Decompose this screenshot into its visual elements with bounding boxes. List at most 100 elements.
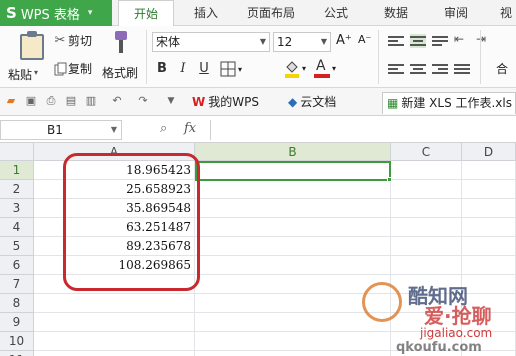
font-name-select[interactable]: 宋体 ▼ — [152, 32, 270, 52]
table-cell[interactable] — [462, 256, 516, 275]
table-cell[interactable] — [462, 218, 516, 237]
table-cell[interactable] — [391, 218, 462, 237]
column-header-b[interactable]: B — [195, 143, 391, 161]
copy-label: 复制 — [68, 62, 93, 76]
table-cell[interactable] — [34, 351, 195, 356]
table-cell[interactable] — [462, 161, 516, 180]
font-color-button[interactable]: A ▾ — [314, 58, 340, 80]
tab-home[interactable]: 开始 — [118, 0, 174, 27]
table-cell[interactable] — [391, 199, 462, 218]
table-cell[interactable] — [195, 180, 391, 199]
open-folder-icon[interactable]: ▰ — [4, 94, 18, 108]
shrink-font-button[interactable]: A⁻ — [358, 33, 371, 46]
watermark-text-3: jigaliao.com — [420, 326, 493, 340]
align-top-button[interactable] — [388, 34, 404, 48]
row-header[interactable]: 2 — [0, 180, 34, 199]
chevron-down-icon: ▾ — [302, 64, 307, 73]
formula-bar: B1 ▼ ⌕ fx — [0, 117, 516, 143]
table-cell[interactable] — [391, 180, 462, 199]
fill-color-button[interactable]: ▾ — [284, 60, 310, 80]
app-menu-button[interactable]: S WPS 表格 ▾ — [0, 0, 112, 26]
formula-input[interactable] — [210, 120, 514, 140]
grow-font-button[interactable]: A⁺ — [336, 33, 352, 48]
tab-cloud-docs[interactable]: ◆ 云文档 — [284, 92, 374, 114]
tab-insert[interactable]: 插入 — [186, 0, 226, 26]
table-cell[interactable] — [462, 199, 516, 218]
format-painter-button[interactable]: 格式刷 — [102, 28, 140, 84]
watermark-text-2: 爱·抢聊 — [424, 304, 492, 328]
selected-cell-b1[interactable] — [195, 161, 391, 181]
name-box[interactable]: B1 ▼ — [0, 120, 122, 140]
font-size-select[interactable]: 12 ▼ — [273, 32, 331, 52]
zoom-icon[interactable]: ⌕ — [160, 121, 167, 136]
paintbrush-icon — [115, 31, 127, 53]
table-cell[interactable] — [195, 218, 391, 237]
select-all-corner[interactable] — [0, 143, 34, 161]
table-cell[interactable] — [391, 237, 462, 256]
chevron-down-icon: ▾ — [332, 64, 337, 73]
table-cell[interactable] — [462, 237, 516, 256]
align-middle-button[interactable] — [410, 34, 426, 48]
row-header[interactable]: 8 — [0, 294, 34, 313]
table-cell[interactable] — [391, 161, 462, 180]
align-right-button[interactable] — [432, 62, 448, 76]
column-header-d[interactable]: D — [462, 143, 516, 161]
chevron-down-icon[interactable]: ▼ — [164, 94, 178, 108]
table-cell[interactable] — [462, 180, 516, 199]
copy-button[interactable]: 复制 — [52, 60, 92, 77]
align-center-button[interactable] — [410, 62, 426, 76]
undo-icon[interactable]: ↶ — [110, 94, 124, 108]
save-icon[interactable]: ▣ — [24, 94, 38, 108]
merge-button[interactable]: 合 — [496, 60, 508, 77]
tab-review[interactable]: 审阅 — [438, 0, 474, 26]
table-cell[interactable] — [195, 256, 391, 275]
indent-button[interactable]: ⇤ — [454, 32, 474, 50]
font-size-value: 12 — [277, 35, 293, 49]
underline-button[interactable]: U — [195, 60, 213, 78]
row-header[interactable]: 9 — [0, 313, 34, 332]
print-preview-icon[interactable]: ⎙ — [44, 94, 58, 108]
align-left-button[interactable] — [388, 62, 404, 76]
paste-button[interactable]: 粘贴 ▾ — [6, 28, 48, 84]
tab-formulas[interactable]: 公式 — [318, 0, 354, 26]
row-header[interactable]: 5 — [0, 237, 34, 256]
redo-icon[interactable]: ↷ — [136, 94, 150, 108]
bold-button[interactable]: B — [153, 60, 171, 78]
row-header[interactable]: 1 — [0, 161, 34, 180]
chevron-down-icon: ▾ — [238, 65, 243, 74]
merge-label: 合 — [496, 62, 509, 76]
tab-view[interactable]: 视 — [496, 0, 516, 26]
table-cell[interactable] — [195, 237, 391, 256]
fill-handle[interactable] — [387, 177, 392, 182]
table-cell[interactable] — [34, 294, 195, 313]
row-header[interactable]: 7 — [0, 275, 34, 294]
column-header-c[interactable]: C — [391, 143, 462, 161]
borders-button[interactable]: ▾ — [220, 61, 248, 79]
print-icon[interactable]: ▤ — [64, 94, 78, 108]
chevron-down-icon: ▼ — [320, 37, 327, 46]
row-header[interactable]: 11 — [0, 351, 34, 356]
tab-page-layout[interactable]: 页面布局 — [240, 0, 302, 26]
export-icon[interactable]: ▥ — [84, 94, 98, 108]
tab-current-workbook[interactable]: ▦ 新建 XLS 工作表.xls — [382, 92, 516, 114]
row-header[interactable]: 10 — [0, 332, 34, 351]
row-header[interactable]: 6 — [0, 256, 34, 275]
tab-data[interactable]: 数据 — [378, 0, 414, 26]
highlight-annotation-box — [63, 153, 200, 291]
copy-icon — [52, 62, 68, 76]
cut-button[interactable]: ✂ 剪切 — [52, 32, 92, 49]
row-header[interactable]: 4 — [0, 218, 34, 237]
table-cell[interactable] — [34, 332, 195, 351]
tab-current-workbook-label: 新建 XLS 工作表.xls — [401, 96, 512, 110]
align-justify-button[interactable] — [454, 62, 470, 76]
wrap-button[interactable]: ⇥ — [476, 32, 496, 50]
tab-my-wps[interactable]: W 我的WPS — [188, 92, 280, 114]
table-cell[interactable] — [391, 256, 462, 275]
table-cell[interactable] — [195, 199, 391, 218]
row-header[interactable]: 3 — [0, 199, 34, 218]
align-bottom-button[interactable] — [432, 34, 448, 48]
fx-icon[interactable]: fx — [184, 121, 196, 136]
scissors-icon: ✂ — [54, 33, 66, 48]
italic-button[interactable]: I — [174, 60, 192, 78]
table-cell[interactable] — [34, 313, 195, 332]
